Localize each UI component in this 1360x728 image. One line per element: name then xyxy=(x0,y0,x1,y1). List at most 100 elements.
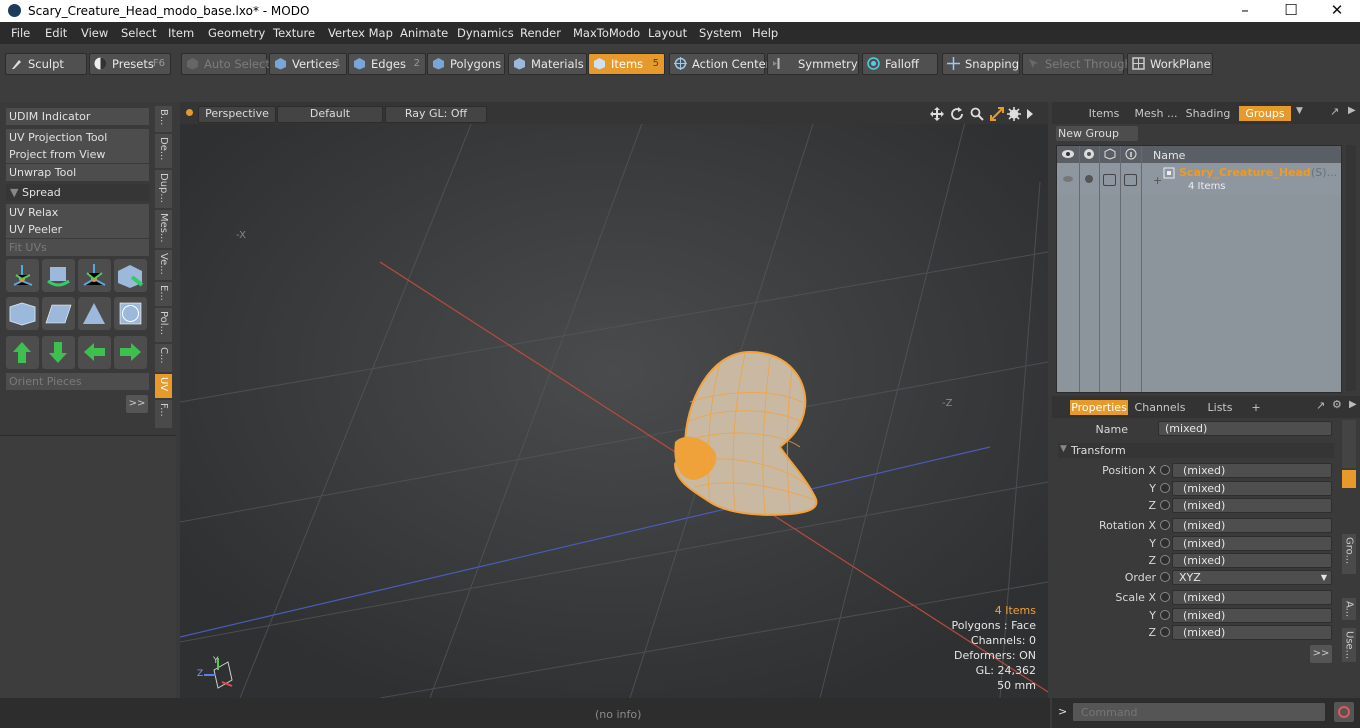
menu-maxtomodo[interactable]: MaxToModo xyxy=(573,26,640,40)
arrow-left-icon[interactable] xyxy=(78,336,111,369)
row-eye-icon[interactable] xyxy=(1061,174,1075,184)
shading-style-dropdown[interactable]: Default xyxy=(277,106,383,123)
side-tab-active[interactable] xyxy=(1342,470,1356,488)
arrow-down-icon[interactable] xyxy=(42,336,75,369)
menu-edit[interactable]: Edit xyxy=(45,26,67,40)
uv-grid-icon[interactable] xyxy=(42,297,75,330)
action-center-button[interactable]: Action Center xyxy=(669,53,770,75)
vertices-button[interactable]: Vertices 1 xyxy=(269,53,347,75)
menu-system[interactable]: System xyxy=(699,26,742,40)
arrow-right-icon[interactable] xyxy=(114,336,147,369)
vtab-duplicate[interactable]: Dup... xyxy=(155,170,172,208)
expand-plus-icon[interactable]: + xyxy=(1153,174,1162,187)
vtab-basic[interactable]: B... xyxy=(155,106,172,132)
3d-viewport[interactable]: Perspective Default Ray GL: Off -X -Z 4 … xyxy=(180,102,1048,698)
rotation-x-field[interactable]: (mixed) xyxy=(1172,518,1332,533)
maximize-icon[interactable]: ☐ xyxy=(1268,0,1314,22)
viewport-expand-icon[interactable] xyxy=(1025,108,1035,120)
command-input[interactable] xyxy=(1072,702,1326,722)
spread-header[interactable]: ▼ Spread xyxy=(6,184,149,201)
vtab-edge[interactable]: E... xyxy=(155,282,172,306)
tab-shading[interactable]: Shading xyxy=(1180,106,1236,121)
orient-pieces-button[interactable]: Orient Pieces xyxy=(6,373,149,390)
tab-channels[interactable]: Channels xyxy=(1132,400,1188,415)
minimize-icon[interactable]: – xyxy=(1222,0,1268,22)
menu-file[interactable]: File xyxy=(11,26,30,40)
vtab-uv[interactable]: UV xyxy=(155,374,172,398)
tab-menu-icon[interactable]: ▼ xyxy=(1296,106,1303,116)
uv-sphere-icon[interactable] xyxy=(114,297,147,330)
menu-view[interactable]: View xyxy=(81,26,108,40)
fit-uvs-button[interactable]: Fit UVs xyxy=(6,239,149,256)
menu-help[interactable]: Help xyxy=(752,26,778,40)
new-group-button[interactable]: New Group xyxy=(1056,126,1138,141)
uv-peeler-button[interactable]: UV Peeler xyxy=(6,221,149,238)
menu-vertex-map[interactable]: Vertex Map xyxy=(328,26,393,40)
uv-projection-tool-button[interactable]: UV Projection Tool xyxy=(6,129,149,146)
row-render-icon[interactable] xyxy=(1082,173,1096,185)
order-dropdown[interactable]: XYZ ▼ xyxy=(1172,570,1332,585)
symmetry-button[interactable]: Symmetry xyxy=(767,53,859,75)
snapping-button[interactable]: Snapping xyxy=(942,53,1020,75)
vtab-polygon[interactable]: Pol... xyxy=(155,308,172,342)
rotation-z-key-icon[interactable] xyxy=(1160,555,1170,565)
rotation-y-key-icon[interactable] xyxy=(1160,538,1170,548)
rotate-icon[interactable] xyxy=(950,107,964,121)
tab-properties[interactable]: Properties xyxy=(1070,400,1128,415)
tab-items[interactable]: Items xyxy=(1076,106,1132,121)
menu-dynamics[interactable]: Dynamics xyxy=(457,26,514,40)
uv-unwrap-icon[interactable] xyxy=(6,297,39,330)
uv-pack-icon[interactable] xyxy=(114,259,147,292)
uv-relax-button[interactable]: UV Relax xyxy=(6,204,149,221)
scale-z-key-icon[interactable] xyxy=(1160,627,1170,637)
falloff-button[interactable]: Falloff xyxy=(862,53,938,75)
udim-indicator-button[interactable]: UDIM Indicator xyxy=(6,108,149,125)
position-y-field[interactable]: (mixed) xyxy=(1172,481,1332,496)
items-button[interactable]: Items 5 xyxy=(588,53,665,75)
menu-animate[interactable]: Animate xyxy=(400,26,448,40)
side-tab-groups[interactable]: Gro... xyxy=(1342,534,1356,574)
rotation-y-field[interactable]: (mixed) xyxy=(1172,536,1332,551)
settings-gear-icon[interactable] xyxy=(1007,107,1021,121)
tab-lists[interactable]: Lists xyxy=(1192,400,1248,415)
properties-settings-icon[interactable]: ⚙ xyxy=(1332,398,1342,411)
polygons-button[interactable]: Polygons xyxy=(427,53,505,75)
position-x-field[interactable]: (mixed) xyxy=(1172,463,1332,478)
menu-geometry[interactable]: Geometry xyxy=(208,26,265,40)
close-icon[interactable]: ✕ xyxy=(1314,0,1360,22)
properties-maximize-icon[interactable]: ↗ xyxy=(1316,399,1325,412)
materials-button[interactable]: Materials xyxy=(508,53,587,75)
raygl-dropdown[interactable]: Ray GL: Off xyxy=(385,106,487,123)
unwrap-tool-button[interactable]: Unwrap Tool xyxy=(6,164,149,181)
menu-select[interactable]: Select xyxy=(121,26,156,40)
group-name[interactable]: Scary_Creature_Head xyxy=(1179,166,1311,179)
uv-scale-icon[interactable] xyxy=(78,259,111,292)
scale-z-field[interactable]: (mixed) xyxy=(1172,625,1332,640)
vtab-curve[interactable]: C... xyxy=(155,344,172,372)
properties-more-button[interactable]: >> xyxy=(1310,645,1332,663)
menu-render[interactable]: Render xyxy=(520,26,561,40)
scale-y-field[interactable]: (mixed) xyxy=(1172,608,1332,623)
auto-select-button[interactable]: Auto Select xyxy=(181,53,270,75)
menu-layout[interactable]: Layout xyxy=(648,26,687,40)
properties-expand-icon[interactable]: ▶ xyxy=(1349,399,1357,410)
viewport-menu-dot-icon[interactable] xyxy=(186,109,193,116)
sculpt-button[interactable]: Sculpt xyxy=(5,53,87,75)
vtab-vertex[interactable]: Ve... xyxy=(155,250,172,280)
add-tab-button[interactable]: + xyxy=(1248,400,1264,415)
position-z-field[interactable]: (mixed) xyxy=(1172,498,1332,513)
position-y-key-icon[interactable] xyxy=(1160,483,1170,493)
uv-cone-icon[interactable] xyxy=(78,297,111,330)
scale-y-key-icon[interactable] xyxy=(1160,610,1170,620)
scale-x-key-icon[interactable] xyxy=(1160,592,1170,602)
rotation-z-field[interactable]: (mixed) xyxy=(1172,553,1332,568)
project-from-view-button[interactable]: Project from View xyxy=(6,146,149,163)
row-select-checkbox[interactable] xyxy=(1124,174,1137,186)
vtab-mesh[interactable]: Mes... xyxy=(155,210,172,248)
select-through-button[interactable]: Select Through xyxy=(1022,53,1132,75)
vtab-fusion[interactable]: F... xyxy=(155,400,172,428)
order-key-icon[interactable] xyxy=(1160,572,1170,582)
panel-expand-icon[interactable]: ▶ xyxy=(1348,105,1356,116)
pan-icon[interactable] xyxy=(930,107,944,121)
menu-texture[interactable]: Texture xyxy=(273,26,315,40)
